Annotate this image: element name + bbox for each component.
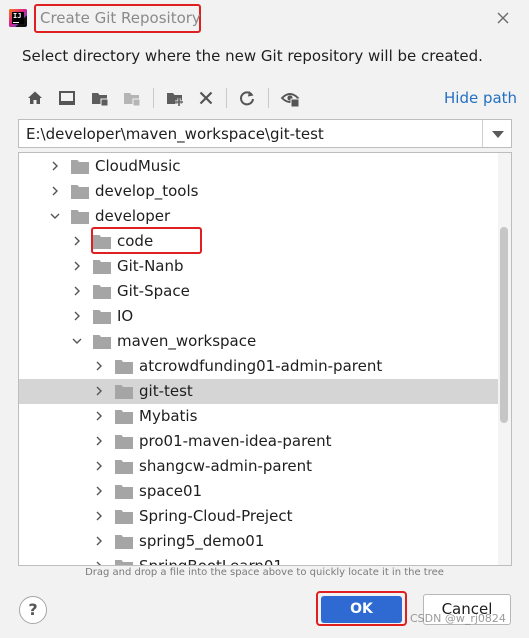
chevron-right-icon[interactable] [94, 486, 104, 496]
tree-scrollbar[interactable] [498, 153, 511, 565]
chevron-right-icon[interactable] [94, 436, 104, 446]
folder-icon [93, 260, 111, 274]
path-input[interactable]: E:\developer\maven_workspace\git-test [26, 125, 476, 143]
folder-icon [93, 285, 111, 299]
folder-icon [115, 485, 133, 499]
folder-icon [115, 560, 133, 565]
tree-item-label: maven_workspace [117, 332, 257, 350]
chevron-right-icon[interactable] [72, 261, 82, 271]
chevron-down-icon[interactable] [72, 336, 82, 346]
help-button[interactable]: ? [19, 596, 47, 624]
tree-item-label: Spring-Cloud-Preject [139, 507, 293, 525]
create-git-repository-dialog: IJ Create Git Repository Select director… [0, 0, 529, 638]
toolbar-separator [226, 88, 227, 108]
tree-row[interactable]: space01 [19, 479, 499, 504]
path-combobox[interactable]: E:\developer\maven_workspace\git-test [18, 119, 512, 148]
desktop-icon[interactable] [57, 88, 77, 108]
home-icon[interactable] [25, 88, 45, 108]
tree-row[interactable]: git-test [19, 379, 499, 404]
new-folder-icon[interactable] [165, 88, 185, 108]
chevron-right-icon[interactable] [72, 311, 82, 321]
intellij-logo-icon: IJ [9, 9, 27, 27]
tree-item-label: git-test [139, 382, 193, 400]
chevron-right-icon[interactable] [94, 561, 104, 566]
folder-icon [93, 335, 111, 349]
tree-item-label: atcrowdfunding01-admin-parent [139, 357, 383, 375]
close-icon[interactable] [495, 10, 511, 26]
toolbar-separator [153, 88, 154, 108]
chevron-right-icon[interactable] [94, 411, 104, 421]
chevron-right-icon[interactable] [94, 511, 104, 521]
chevron-right-icon[interactable] [72, 286, 82, 296]
tree-row[interactable]: CloudMusic [19, 154, 499, 179]
delete-icon[interactable] [196, 88, 216, 108]
tree-item-label: shangcw-admin-parent [139, 457, 313, 475]
tree-row[interactable]: developer [19, 204, 499, 229]
directory-tree[interactable]: CloudMusic develop_tools developer code Git-… [18, 152, 512, 566]
folder-icon [115, 385, 133, 399]
tree-row[interactable]: pro01-maven-idea-parent [19, 429, 499, 454]
chevron-right-icon[interactable] [94, 386, 104, 396]
tree-item-label: pro01-maven-idea-parent [139, 432, 332, 450]
tree-item-label: CloudMusic [95, 157, 181, 175]
tree-row[interactable]: Git-Nanb [19, 254, 499, 279]
tree-row[interactable]: maven_workspace [19, 329, 499, 354]
tree-row[interactable]: SpringBootLearn01 [19, 554, 499, 566]
title-bar: IJ Create Git Repository [0, 0, 529, 38]
project-folder-icon[interactable] [90, 88, 110, 108]
chevron-right-icon[interactable] [72, 236, 82, 246]
csdn-watermark: CSDN @w_rj0824 [410, 612, 506, 625]
chevron-right-icon[interactable] [94, 461, 104, 471]
tree-row[interactable]: Spring-Cloud-Preject [19, 504, 499, 529]
tree-item-label: develop_tools [95, 182, 199, 200]
tree-item-label: SpringBootLearn01 [139, 557, 283, 566]
folder-icon [71, 210, 89, 224]
tree-row[interactable]: atcrowdfunding01-admin-parent [19, 354, 499, 379]
chevron-right-icon[interactable] [50, 161, 60, 171]
ok-button[interactable]: OK [321, 596, 402, 623]
chevron-right-icon[interactable] [94, 536, 104, 546]
drag-drop-hint: Drag and drop a file into the space abov… [85, 567, 444, 578]
file-chooser-toolbar [20, 84, 510, 112]
folder-icon [93, 310, 111, 324]
tree-item-label: space01 [139, 482, 203, 500]
dialog-title: Create Git Repository [40, 9, 201, 27]
tree-row[interactable]: Git-Space [19, 279, 499, 304]
chevron-right-icon[interactable] [94, 361, 104, 371]
path-dropdown-button[interactable] [482, 120, 511, 147]
toolbar-separator [268, 88, 269, 108]
tree-row[interactable]: shangcw-admin-parent [19, 454, 499, 479]
tree-row[interactable]: Mybatis [19, 404, 499, 429]
folder-icon [115, 410, 133, 424]
hide-path-link[interactable]: Hide path [444, 89, 517, 107]
chevron-right-icon[interactable] [50, 186, 60, 196]
folder-icon [115, 460, 133, 474]
module-folder-icon[interactable] [122, 88, 142, 108]
folder-icon [71, 185, 89, 199]
tree-item-label: Git-Space [117, 282, 190, 300]
folder-icon [115, 535, 133, 549]
tree-row[interactable]: spring5_demo01 [19, 529, 499, 554]
dialog-description: Select directory where the new Git repos… [22, 47, 483, 65]
tree-item-label: developer [95, 207, 171, 225]
folder-icon [115, 435, 133, 449]
tree-row[interactable]: IO [19, 304, 499, 329]
chevron-down-icon [492, 131, 504, 138]
help-button-label: ? [28, 600, 38, 619]
tree-item-label: Mybatis [139, 407, 198, 425]
tree-item-label: spring5_demo01 [139, 532, 265, 550]
tree-scrollbar-thumb[interactable] [500, 227, 508, 423]
show-hidden-icon[interactable] [280, 88, 300, 108]
tree-item-label: IO [117, 307, 134, 325]
folder-icon [115, 510, 133, 524]
tree-row[interactable]: develop_tools [19, 179, 499, 204]
chevron-down-icon[interactable] [50, 211, 60, 221]
refresh-icon[interactable] [237, 88, 257, 108]
selected-folder-highlight-box [91, 227, 202, 254]
tree-item-label: Git-Nanb [117, 257, 184, 275]
folder-icon [71, 160, 89, 174]
folder-icon [115, 360, 133, 374]
